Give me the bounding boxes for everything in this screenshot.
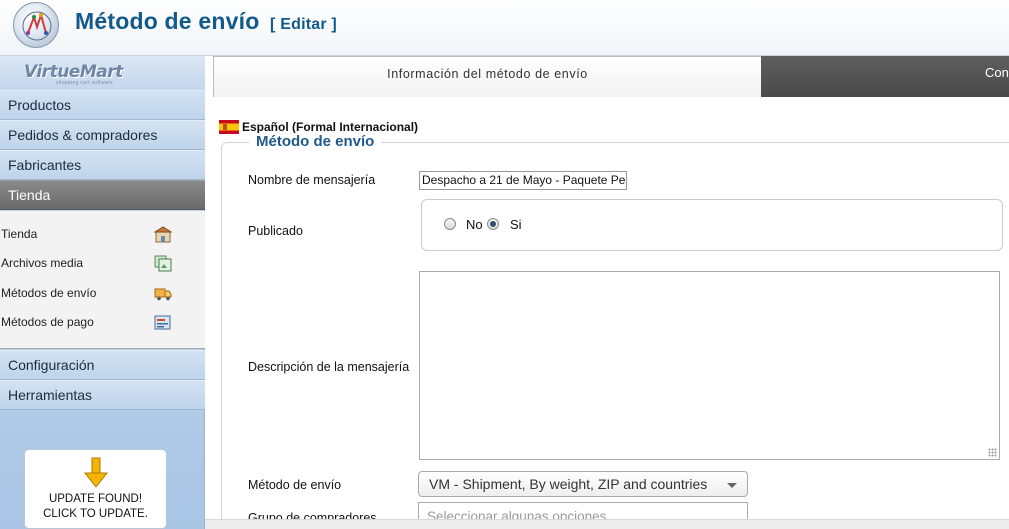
published-no-radio[interactable] — [444, 218, 456, 230]
update-notice-text: UPDATE FOUND! CLICK TO UPDATE. — [25, 492, 166, 522]
virtuemart-logo-text: VirtueMart — [24, 62, 123, 82]
name-label: Nombre de mensajería — [248, 173, 376, 187]
submenu-item-label: Archivos media — [1, 256, 84, 270]
sidebar-submenu-tienda: Tienda Archivos media Métodos de envío M… — [0, 211, 205, 349]
description-label: Descripción de la mensajería — [248, 360, 410, 374]
language-indicator: Español (Formal Internacional) — [219, 120, 418, 134]
fieldset-legend: Método de envío — [249, 133, 382, 150]
sidebar-item-pedidos[interactable]: Pedidos & compradores — [0, 120, 205, 150]
download-arrow-icon — [83, 457, 109, 488]
tab-informacion-metodo-envio[interactable]: Información del método de envío — [213, 56, 761, 97]
store-icon — [154, 226, 172, 243]
sidebar-item-tienda[interactable]: Tienda — [0, 180, 205, 210]
horizontal-scrollbar[interactable] — [205, 519, 1009, 529]
admin-sidebar: VirtueMart shopping cart software Produc… — [0, 56, 205, 529]
page-title-edit-tag: [ Editar ] — [270, 16, 337, 33]
method-label: Método de envío — [248, 478, 342, 492]
chevron-down-icon — [727, 483, 737, 488]
published-si-label: Si — [510, 217, 522, 232]
spain-flag-icon — [219, 120, 239, 134]
shipment-method-value: VM - Shipment, By weight, ZIP and countr… — [429, 476, 708, 492]
page-title-text: Método de envío — [75, 8, 260, 34]
submenu-item-label: Métodos de pago — [1, 315, 94, 329]
update-notice-button[interactable]: UPDATE FOUND! CLICK TO UPDATE. — [24, 449, 167, 529]
submenu-item-metodos-pago[interactable]: Métodos de pago — [0, 308, 205, 337]
published-no-label: No — [466, 217, 483, 232]
description-textarea[interactable] — [419, 271, 1000, 460]
shipment-method-select[interactable]: VM - Shipment, By weight, ZIP and countr… — [418, 471, 748, 497]
resize-grip-icon[interactable] — [988, 448, 997, 457]
media-icon — [154, 255, 172, 272]
sidebar-item-fabricantes[interactable]: Fabricantes — [0, 150, 205, 180]
submenu-item-label: Métodos de envío — [1, 286, 97, 300]
submenu-item-archivos-media[interactable]: Archivos media — [0, 249, 205, 278]
joomla-logo-icon — [13, 2, 59, 48]
page-title: Método de envío [ Editar ] — [75, 8, 337, 35]
submenu-item-tienda[interactable]: Tienda — [0, 220, 205, 249]
language-label: Español (Formal Internacional) — [242, 120, 419, 134]
payment-icon — [154, 315, 171, 330]
shipment-name-input[interactable]: Despacho a 21 de Mayo - Paquete Pequeño — [419, 171, 627, 190]
submenu-item-metodos-envio[interactable]: Métodos de envío — [0, 279, 205, 308]
tab-bar: Información del método de envío Configur… — [213, 56, 1009, 97]
virtuemart-logo-tagline: shopping cart software — [56, 80, 113, 86]
tab-configuracion[interactable]: Configuración — [761, 56, 1009, 97]
update-notice-line1: UPDATE FOUND! — [48, 493, 143, 505]
virtuemart-logo[interactable]: VirtueMart shopping cart software — [0, 56, 205, 90]
published-si-radio[interactable] — [487, 218, 499, 230]
published-radio-group: No Si — [421, 199, 1003, 251]
sidebar-item-productos[interactable]: Productos — [0, 90, 205, 120]
page-header: Método de envío [ Editar ] — [0, 0, 1009, 56]
truck-icon — [154, 288, 172, 301]
update-notice-line2: CLICK TO UPDATE. — [43, 508, 148, 520]
published-label: Publicado — [248, 224, 303, 238]
sidebar-item-herramientas[interactable]: Herramientas — [0, 380, 205, 410]
submenu-item-label: Tienda — [1, 227, 38, 241]
sidebar-item-configuracion[interactable]: Configuración — [0, 350, 205, 380]
